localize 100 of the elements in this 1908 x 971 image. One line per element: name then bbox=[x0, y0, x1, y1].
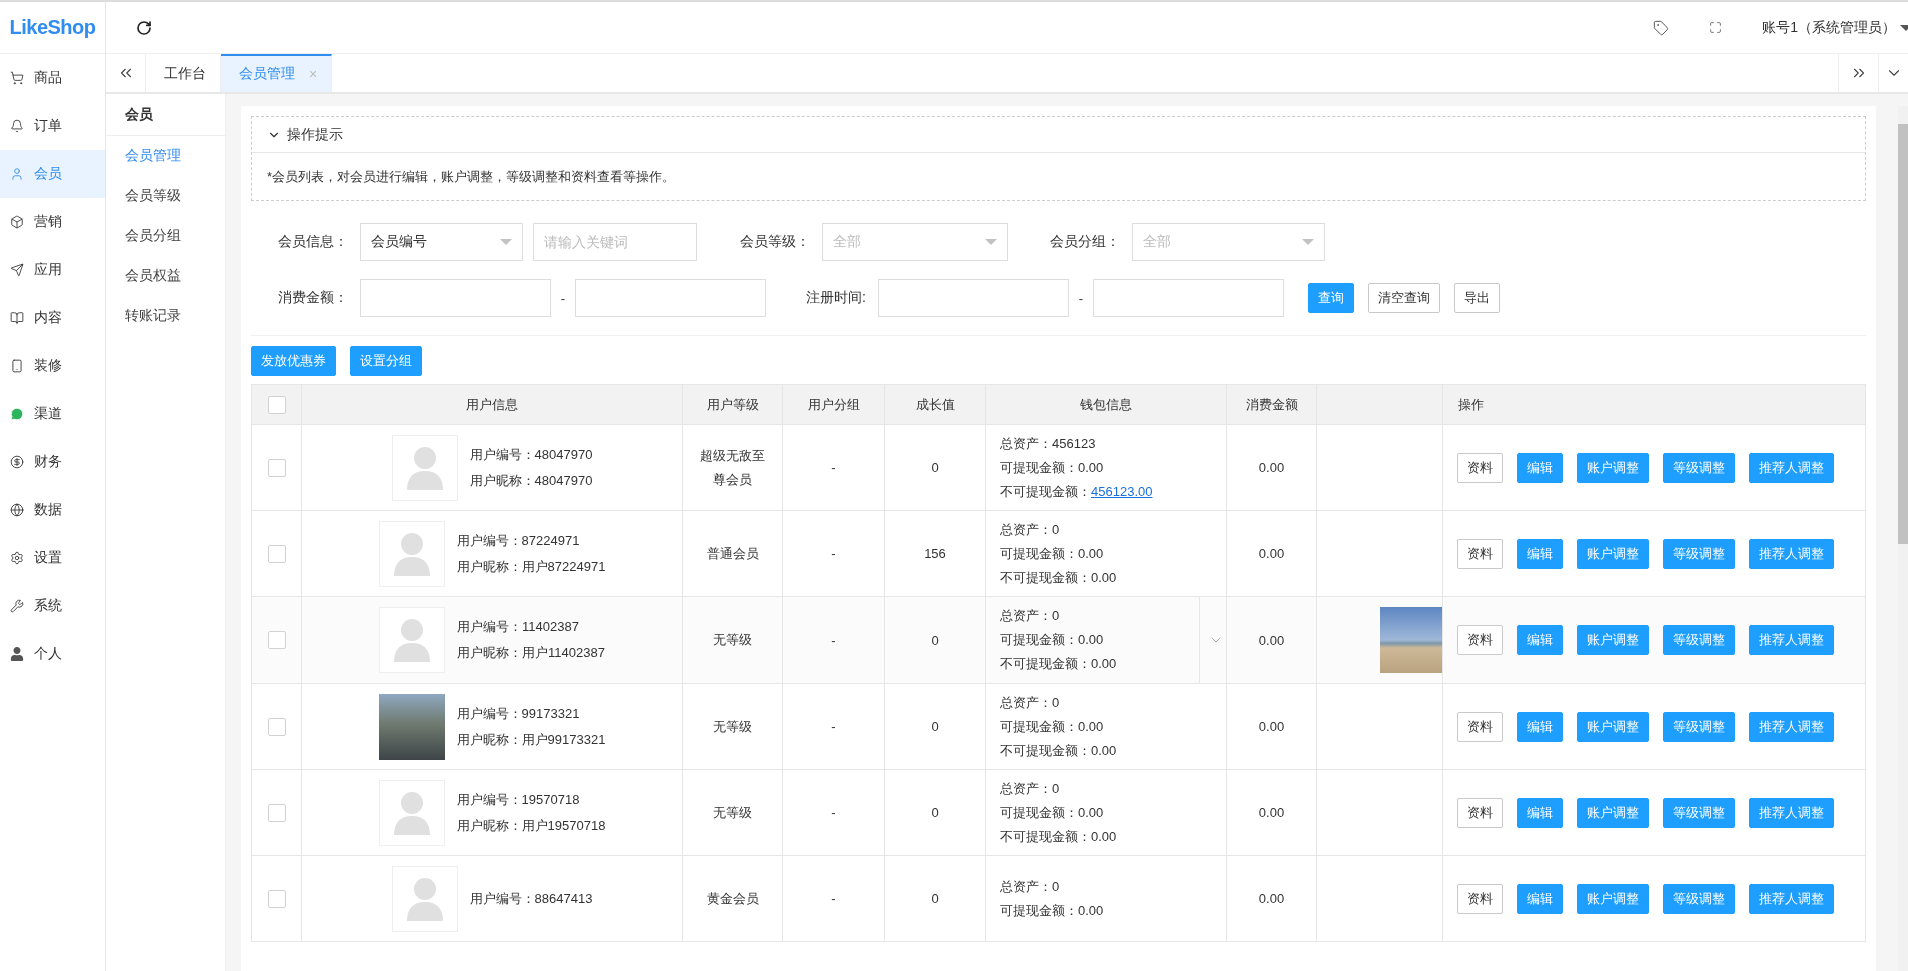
action-button[interactable]: 等级调整 bbox=[1663, 711, 1735, 742]
submenu-item[interactable]: 会员权益 bbox=[106, 256, 225, 296]
member-info-select[interactable]: 会员编号 bbox=[360, 223, 523, 261]
submenu-item[interactable]: 会员等级 bbox=[106, 176, 225, 216]
cube-icon bbox=[10, 215, 24, 229]
action-button[interactable]: 资料 bbox=[1457, 452, 1503, 483]
action-button[interactable]: 资料 bbox=[1457, 883, 1503, 914]
scrollbar[interactable] bbox=[1898, 106, 1908, 971]
action-button[interactable]: 编辑 bbox=[1517, 625, 1563, 655]
sidebar-item[interactable]: 营销 bbox=[0, 198, 105, 246]
select-all-checkbox[interactable] bbox=[267, 395, 286, 414]
submenu-item[interactable]: 会员分组 bbox=[106, 216, 225, 256]
sidebar-item[interactable]: 数据 bbox=[0, 486, 105, 534]
row-checkbox[interactable] bbox=[267, 889, 286, 908]
sidebar-item[interactable]: 内容 bbox=[0, 294, 105, 342]
filter-label: 注册时间: bbox=[805, 289, 867, 307]
action-button[interactable]: 账户调整 bbox=[1577, 883, 1649, 914]
submenu-item[interactable]: 会员管理 bbox=[106, 136, 225, 176]
action-button[interactable]: 推荐人调整 bbox=[1749, 625, 1834, 655]
user-id: 用户编号：11402387 bbox=[457, 618, 580, 636]
person-silhouette-icon bbox=[392, 618, 433, 662]
start-date-input[interactable] bbox=[878, 279, 1069, 317]
action-button[interactable]: 推荐人调整 bbox=[1749, 538, 1834, 569]
bell-icon bbox=[10, 119, 24, 133]
globe-icon bbox=[10, 503, 24, 517]
action-button[interactable]: 推荐人调整 bbox=[1749, 711, 1834, 742]
row-checkbox[interactable] bbox=[267, 631, 286, 649]
caret-icon bbox=[1900, 24, 1908, 31]
user-id: 用户编号：88647413 bbox=[469, 889, 593, 908]
action-button[interactable]: 等级调整 bbox=[1663, 797, 1735, 828]
action-button[interactable]: 资料 bbox=[1457, 625, 1503, 655]
table-cell: - bbox=[782, 510, 885, 597]
row-checkbox[interactable] bbox=[267, 544, 286, 563]
filter-button[interactable]: 查询 bbox=[1308, 283, 1354, 313]
sidebar-item[interactable]: 商品 bbox=[0, 54, 105, 102]
phone-icon bbox=[10, 359, 24, 373]
person-silhouette-icon bbox=[391, 790, 432, 835]
coin-icon bbox=[10, 455, 24, 469]
logo: LikeShop bbox=[0, 2, 105, 54]
sidebar-item[interactable]: 会员 bbox=[0, 150, 105, 198]
user-id: 用户编号：99173321 bbox=[456, 704, 581, 723]
row-checkbox[interactable] bbox=[267, 458, 286, 477]
action-button[interactable]: 等级调整 bbox=[1663, 625, 1735, 655]
filter-button[interactable]: 导出 bbox=[1454, 283, 1500, 313]
row-checkbox[interactable] bbox=[267, 717, 286, 736]
action-button[interactable]: 账户调整 bbox=[1577, 452, 1649, 483]
action-button[interactable]: 等级调整 bbox=[1663, 538, 1735, 569]
tips-title[interactable]: 操作提示 bbox=[287, 125, 343, 144]
person-silhouette-icon bbox=[404, 445, 445, 490]
wrench-icon bbox=[10, 599, 24, 613]
action-button[interactable]: 编辑 bbox=[1517, 452, 1563, 483]
bulk-action-button[interactable]: 设置分组 bbox=[350, 346, 422, 376]
action-button[interactable]: 推荐人调整 bbox=[1749, 797, 1834, 828]
action-button[interactable]: 账户调整 bbox=[1577, 797, 1649, 828]
amount-link[interactable]: 456123.00 bbox=[1091, 483, 1153, 499]
filter-label: 消费金额： bbox=[277, 289, 349, 307]
action-button[interactable]: 账户调整 bbox=[1577, 711, 1649, 742]
action-button[interactable]: 等级调整 bbox=[1663, 452, 1735, 483]
action-button[interactable]: 编辑 bbox=[1517, 538, 1563, 569]
account-menu[interactable]: 账号1（系统管理员） bbox=[1762, 18, 1908, 37]
action-button[interactable]: 推荐人调整 bbox=[1749, 452, 1834, 483]
person-silhouette-icon bbox=[391, 531, 432, 576]
sidebar-item[interactable]: 应用 bbox=[0, 246, 105, 294]
tag-icon[interactable] bbox=[1653, 19, 1670, 36]
filter-label: 会员分组： bbox=[1049, 233, 1121, 251]
action-button[interactable]: 账户调整 bbox=[1577, 625, 1649, 655]
action-button[interactable]: 账户调整 bbox=[1577, 538, 1649, 569]
keyword-input[interactable]: 请输入关键词 bbox=[533, 223, 697, 261]
row-checkbox[interactable] bbox=[267, 803, 286, 822]
sidebar-item[interactable]: 装修 bbox=[0, 342, 105, 390]
member-group-select[interactable]: 全部 bbox=[1132, 223, 1325, 261]
min-amount-input[interactable] bbox=[360, 279, 551, 317]
tab[interactable]: 会员管理 × bbox=[221, 54, 333, 92]
user-nickname: 用户昵称：用户99173321 bbox=[456, 730, 606, 749]
fullscreen-icon[interactable] bbox=[1709, 21, 1723, 34]
action-button[interactable]: 编辑 bbox=[1517, 711, 1563, 742]
table-cell: 普通会员 bbox=[682, 510, 783, 597]
action-button[interactable]: 编辑 bbox=[1517, 883, 1563, 914]
close-icon[interactable]: × bbox=[309, 66, 318, 82]
action-button[interactable]: 资料 bbox=[1457, 711, 1503, 742]
action-button[interactable]: 编辑 bbox=[1517, 797, 1563, 828]
sidebar-item[interactable]: 设置 bbox=[0, 534, 105, 582]
sidebar-item[interactable]: 财务 bbox=[0, 438, 105, 486]
wallet-line: 总资产：0 bbox=[1000, 877, 1061, 896]
refresh-icon[interactable] bbox=[136, 19, 152, 36]
sidebar-item[interactable]: 系统 bbox=[0, 582, 105, 630]
sidebar-item[interactable]: 个人 bbox=[0, 630, 105, 678]
action-button[interactable]: 资料 bbox=[1457, 538, 1503, 569]
member-level-select[interactable]: 全部 bbox=[822, 223, 1008, 261]
sidebar-item[interactable]: 订单 bbox=[0, 102, 105, 150]
submenu-item[interactable]: 转账记录 bbox=[106, 296, 225, 336]
action-button[interactable]: 推荐人调整 bbox=[1749, 883, 1834, 914]
sidebar-item[interactable]: 渠道 bbox=[0, 390, 105, 438]
user-nickname: 用户昵称：用户87224971 bbox=[456, 557, 606, 576]
max-amount-input[interactable] bbox=[575, 279, 766, 317]
action-button[interactable]: 资料 bbox=[1457, 797, 1503, 828]
action-button[interactable]: 等级调整 bbox=[1663, 883, 1735, 914]
filter-button[interactable]: 清空查询 bbox=[1368, 283, 1440, 313]
bulk-action-button[interactable]: 发放优惠券 bbox=[251, 346, 336, 376]
end-date-input[interactable] bbox=[1093, 279, 1284, 317]
